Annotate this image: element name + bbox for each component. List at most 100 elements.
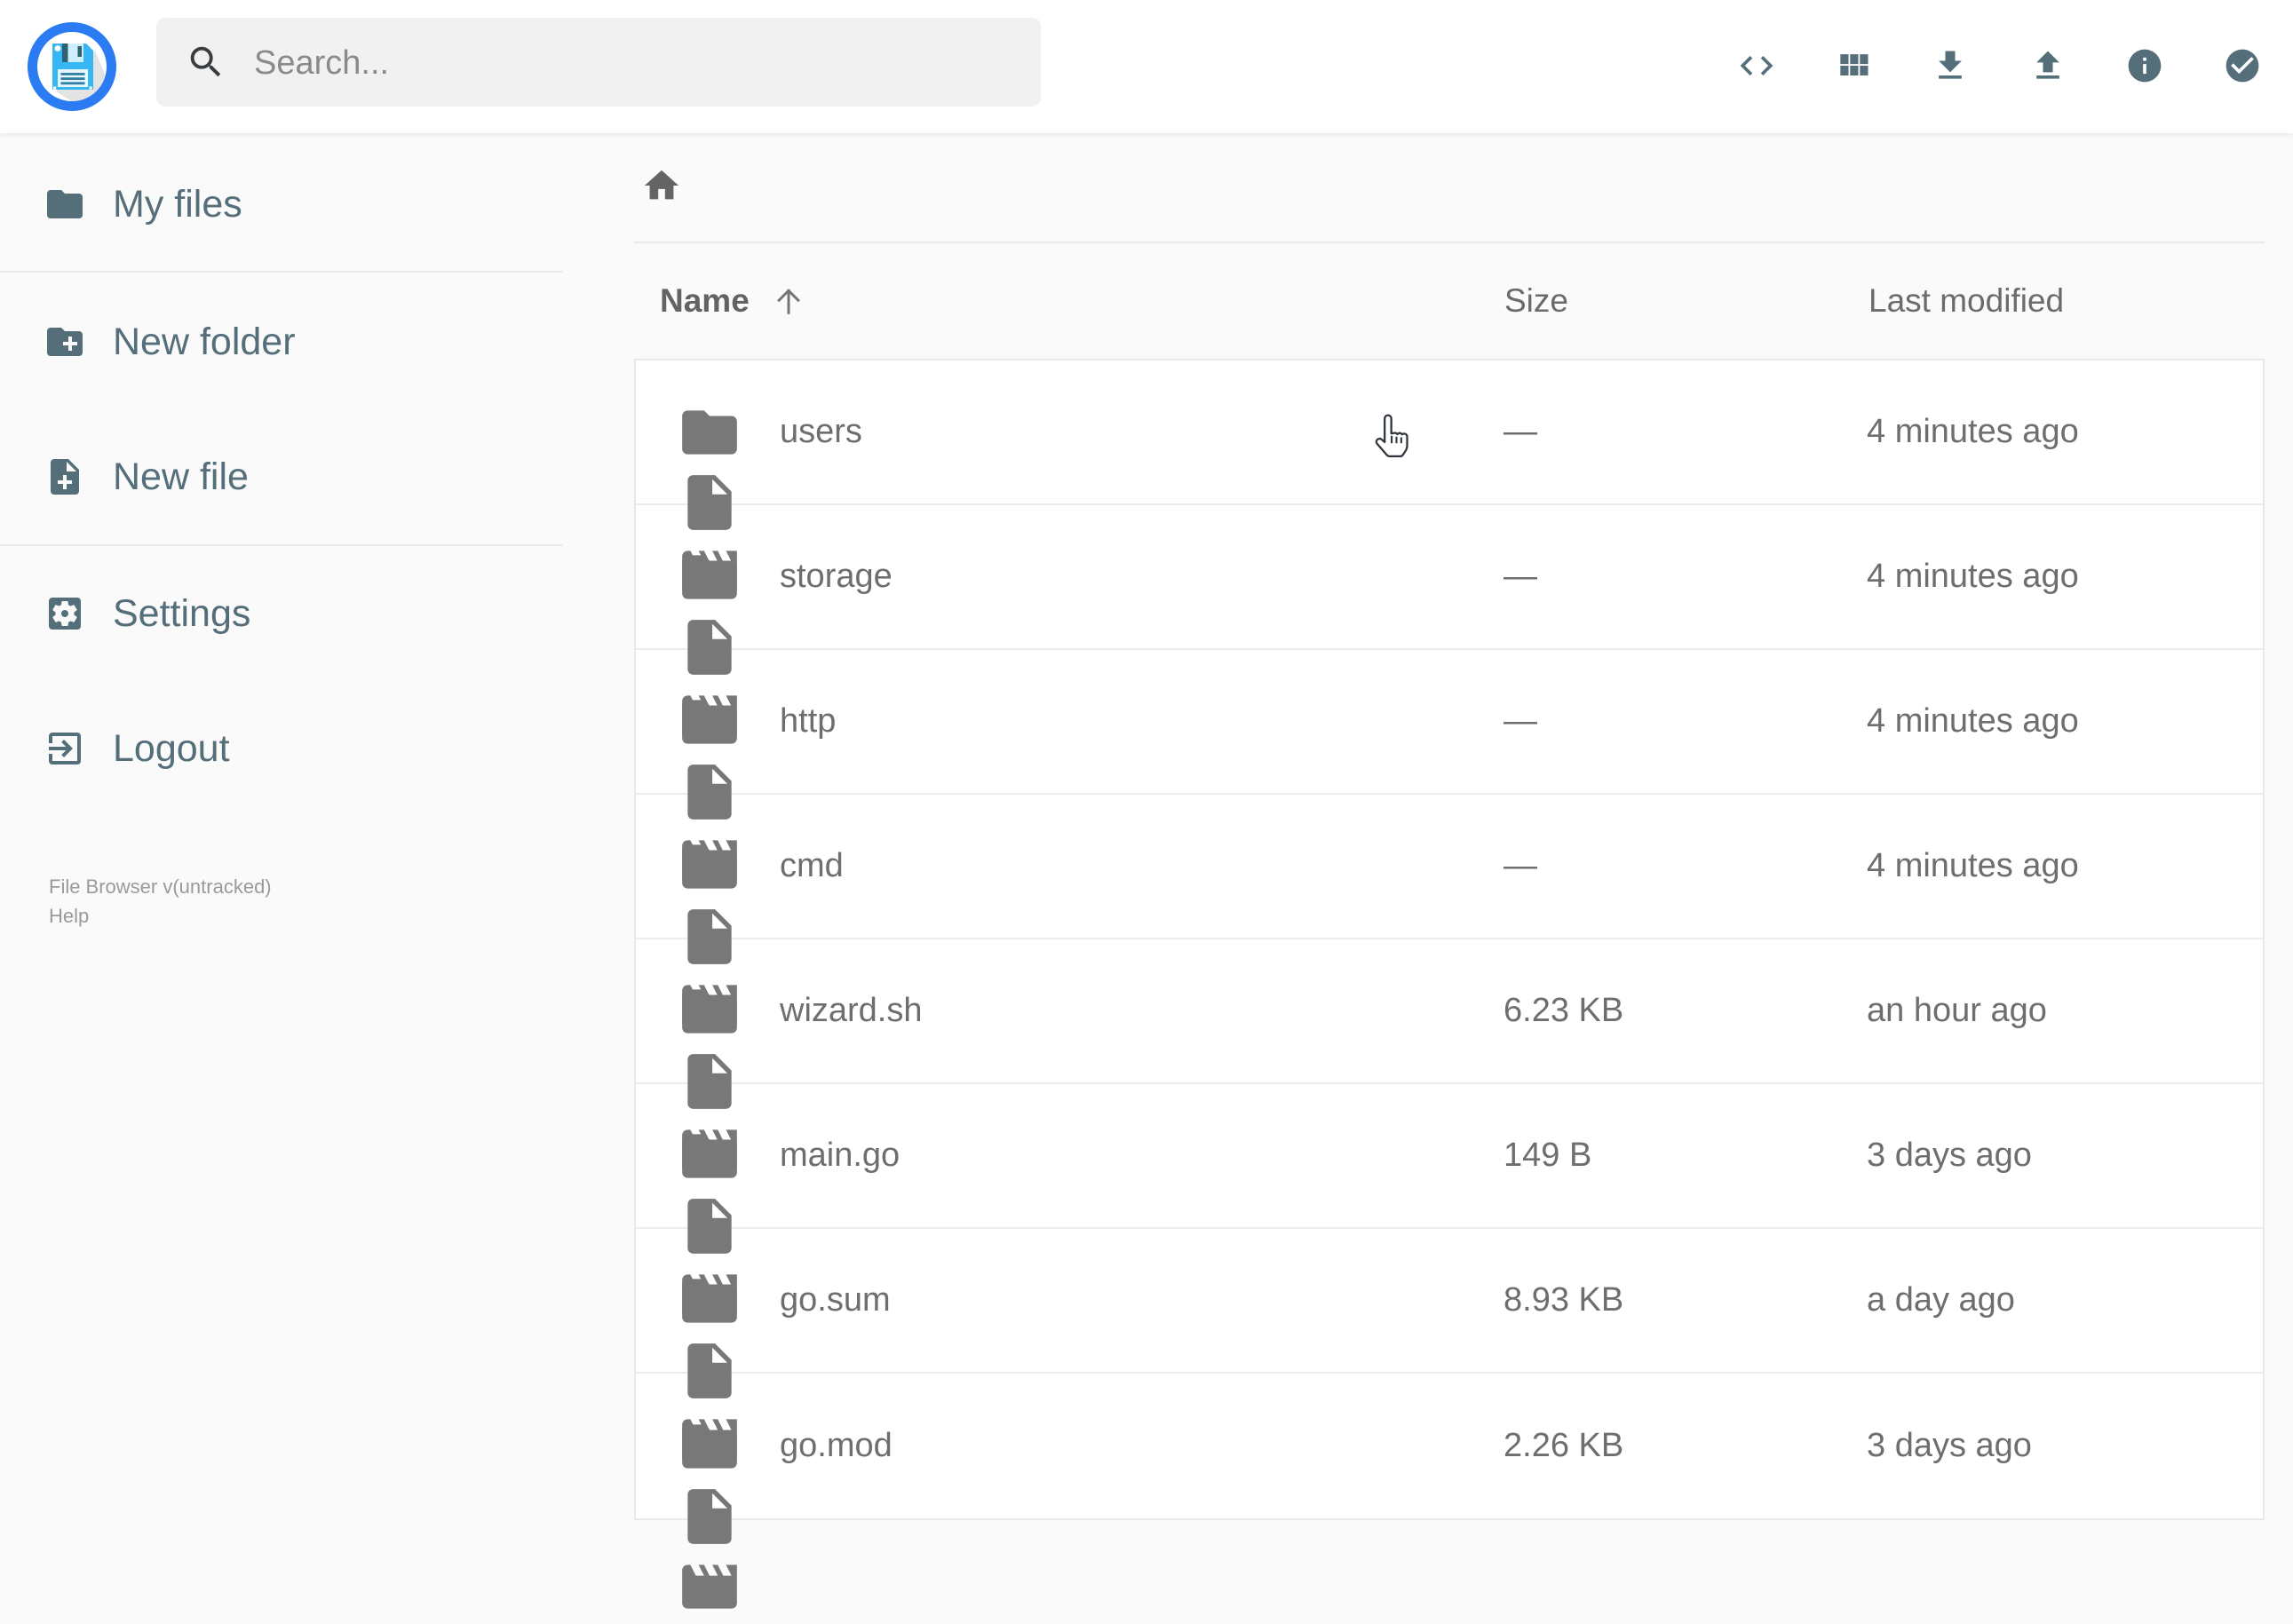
sidebar-item-label: Logout (113, 726, 230, 770)
table-row[interactable]: storage — 4 minutes ago (636, 505, 2263, 740)
check-circle-icon (2226, 49, 2259, 83)
sidebar-item-new-file[interactable]: New file (44, 448, 249, 505)
file-name: go.mod (780, 1427, 893, 1464)
folder-icon (677, 544, 742, 610)
file-table: users — 4 minutes ago storage — 4 minute… (634, 359, 2265, 1609)
file-size: — (1504, 702, 1537, 740)
sidebar-item-label: New folder (113, 320, 296, 363)
search-bar (156, 18, 1041, 108)
file-icon (677, 614, 742, 680)
file-type-cell (636, 978, 780, 1174)
top-bar (0, 0, 2293, 133)
file-size: — (1504, 847, 1537, 884)
search-icon (190, 46, 221, 77)
home-icon (644, 170, 679, 200)
sort-ascending-icon (776, 289, 800, 314)
file-type-cell (636, 1414, 780, 1609)
table-row[interactable]: wizard.sh 6.23 KB an hour ago (636, 939, 2263, 1174)
info-button[interactable] (2112, 33, 2178, 99)
sidebar-item-label: Settings (113, 591, 251, 635)
file-name: users (780, 413, 862, 450)
file-icon (677, 1193, 742, 1259)
file-size: 2.26 KB (1504, 1427, 1624, 1464)
table-row[interactable]: users — 4 minutes ago (636, 360, 2263, 595)
file-type-cell (636, 689, 780, 884)
code-icon (1740, 56, 1773, 75)
table-row[interactable]: cmd — 4 minutes ago (636, 795, 2263, 1029)
file-size: — (1504, 558, 1537, 595)
file-type-cell (636, 400, 780, 595)
file-icon (677, 1484, 742, 1549)
file-modified: 3 days ago (1867, 1427, 2032, 1464)
file-modified: a day ago (1867, 1281, 2015, 1319)
search-input[interactable] (252, 18, 1020, 108)
download-icon (1939, 51, 1962, 79)
sidebar-divider (0, 271, 563, 273)
app-version-label: File Browser v(untracked) (49, 875, 272, 898)
column-label: Name (660, 282, 750, 319)
help-link[interactable]: Help (49, 901, 272, 931)
sidebar-item-my-files[interactable]: My files (44, 176, 242, 233)
file-size: 8.93 KB (1504, 1281, 1624, 1319)
file-modified: 4 minutes ago (1867, 847, 2079, 884)
folder-icon (47, 190, 83, 218)
table-row[interactable]: go.mod 2.26 KB 3 days ago (636, 1374, 2263, 1609)
folder-plus-icon (47, 328, 83, 356)
switch-view-button[interactable] (1821, 33, 1886, 99)
folder-icon (677, 689, 742, 755)
table-row[interactable]: go.sum 8.93 KB a day ago (636, 1229, 2263, 1463)
file-name: cmd (780, 847, 844, 884)
file-size: 149 B (1504, 1137, 1592, 1174)
file-name: main.go (780, 1137, 901, 1174)
sidebar-item-new-folder[interactable]: New folder (44, 313, 296, 370)
table-row[interactable]: main.go 149 B 3 days ago (636, 1084, 2263, 1319)
sidebar-item-logout[interactable]: Logout (44, 720, 230, 777)
file-size: — (1504, 413, 1537, 450)
upload-icon (2036, 51, 2059, 79)
file-type-cell (636, 1123, 780, 1319)
select-multiple-button[interactable] (2210, 33, 2275, 99)
table-row[interactable]: http — 4 minutes ago (636, 650, 2263, 884)
file-name: http (780, 702, 837, 740)
file-name: wizard.sh (780, 992, 923, 1029)
column-header-modified[interactable]: Last modified (1869, 281, 2064, 321)
file-icon (677, 1338, 742, 1404)
upload-button[interactable] (2015, 33, 2081, 99)
file-size: 6.23 KB (1504, 992, 1624, 1029)
breadcrumb-divider (634, 242, 2265, 243)
gear-icon (49, 598, 81, 630)
folder-icon (677, 834, 742, 899)
sidebar-item-settings[interactable]: Settings (44, 585, 250, 642)
logout-icon (49, 733, 81, 764)
folder-icon (677, 400, 742, 465)
file-type-cell (636, 544, 780, 740)
movie-icon (677, 1554, 742, 1620)
file-modified: an hour ago (1867, 992, 2047, 1029)
file-modified: 3 days ago (1867, 1137, 2032, 1174)
file-browser-logo (27, 21, 117, 112)
download-button[interactable] (1917, 33, 1983, 99)
file-icon (677, 904, 742, 970)
raw-code-button[interactable] (1724, 33, 1789, 99)
column-header-size[interactable]: Size (1504, 281, 1568, 321)
file-type-cell (636, 834, 780, 1029)
column-label: Last modified (1869, 282, 2065, 319)
folder-icon (677, 1414, 742, 1479)
column-label: Size (1504, 282, 1568, 319)
file-modified: 4 minutes ago (1867, 413, 2079, 450)
sidebar-divider (0, 544, 563, 546)
breadcrumb-home-button[interactable] (641, 165, 682, 206)
file-icon (677, 759, 742, 825)
file-name: storage (780, 558, 893, 595)
file-type-cell (636, 1268, 780, 1463)
file-plus-icon (51, 459, 79, 495)
column-header-name[interactable]: Name (660, 281, 806, 321)
sidebar-footer: File Browser v(untracked) Help (49, 872, 272, 931)
file-name: go.sum (780, 1281, 891, 1319)
grid-view-icon (1840, 54, 1869, 75)
file-modified: 4 minutes ago (1867, 558, 2079, 595)
file-icon (677, 1049, 742, 1114)
file-modified: 4 minutes ago (1867, 702, 2079, 740)
info-icon (2128, 49, 2162, 83)
file-icon (677, 470, 742, 535)
